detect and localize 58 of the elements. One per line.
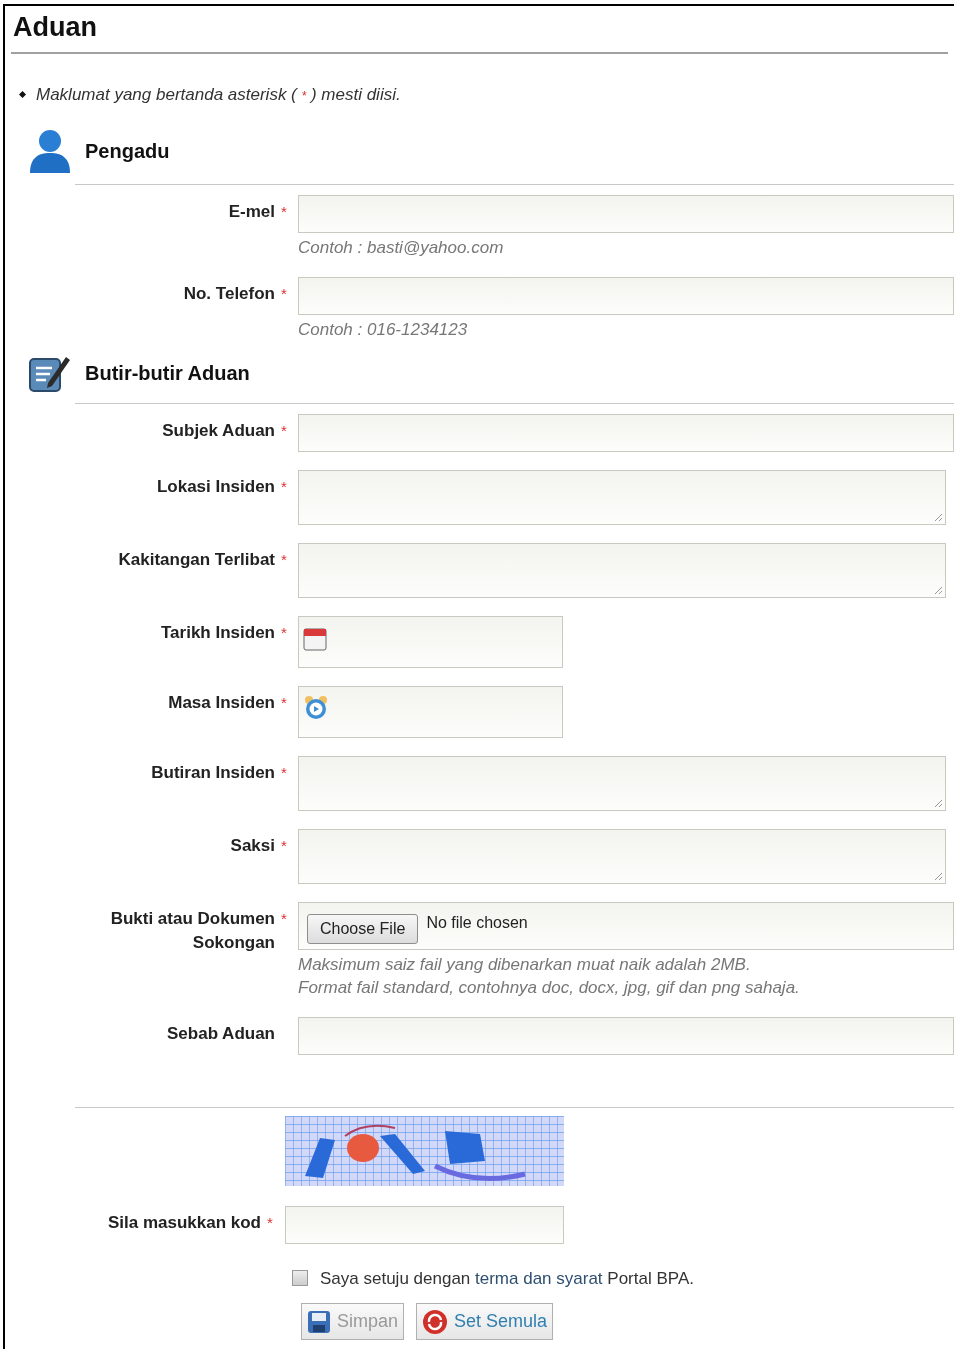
choose-file-button[interactable]: Choose File [307,913,419,944]
resize-grip-icon[interactable] [933,797,943,808]
required-asterisk: * [281,284,287,302]
text-area[interactable] [298,755,946,811]
required-note: Maklumat yang bertanda asterisk ( * ) mesti diisi. [36,84,401,106]
field-label: No. Telefon [183,282,275,305]
field-label: E-mel [228,200,275,223]
text-field[interactable] [298,1016,954,1055]
field-label: Saksi [230,834,275,857]
required-asterisk: * [281,550,287,568]
required-asterisk: * [281,763,287,781]
field-label: Sila masukkan kod [107,1211,261,1234]
bullet-icon [19,91,26,99]
field-label: Butiran Insiden [151,761,275,784]
file-status: No file chosen [426,912,528,933]
field-label: Kakitangan Terlibat [118,548,275,571]
required-asterisk: * [281,477,287,495]
field-hint: Format fail standard, contohnya doc, docx, jpg, gif dan png sahaja. [298,976,801,999]
date-field[interactable] [298,615,563,668]
field-label: Tarikh Insiden [161,621,275,644]
section-title: Pengadu [84,138,170,164]
text-area[interactable] [298,469,946,525]
required-asterisk: * [281,836,287,854]
resize-grip-icon[interactable] [933,870,943,881]
code-field[interactable] [285,1205,564,1244]
text-area[interactable] [298,828,946,884]
field-hint: Contoh : basti@yahoo.com [298,236,505,259]
field-hint: Contoh : 016-1234123 [298,318,469,341]
page-title: Aduan [12,11,98,44]
text-area[interactable] [298,542,946,598]
time-field[interactable] [298,685,563,738]
required-asterisk: * [281,909,287,927]
calendar-icon [303,626,327,651]
file-field[interactable]: Choose File No file chosen [298,901,954,950]
resize-grip-icon[interactable] [933,584,943,595]
required-asterisk: * [281,202,287,220]
reset-button[interactable]: Set Semula [416,1303,554,1340]
field-label: Masa Insiden [168,691,275,714]
person-icon [28,127,72,174]
field-label: Lokasi Insiden [156,475,275,498]
text-field[interactable] [298,276,954,315]
terms-link[interactable]: terma dan syarat [475,1268,603,1288]
required-asterisk: * [281,421,287,439]
required-asterisk: * [281,623,287,641]
section-title: Butir-butir Aduan [84,360,250,386]
field-label: Subjek Aduan [162,419,275,442]
agreement-text: Saya setuju dengan terma dan syarat Portal BPA. [320,1267,694,1290]
field-hint: Maksimum saiz fail yang dibenarkan muat naik adalah 2MB. [298,953,752,976]
text-field[interactable] [298,413,954,452]
required-asterisk: * [267,1213,273,1231]
alarm-clock-icon [303,694,329,721]
text-field[interactable] [298,194,954,233]
required-asterisk: * [281,693,287,711]
resize-grip-icon[interactable] [933,511,943,522]
agree-checkbox[interactable] [292,1270,308,1287]
field-label: Bukti atau Dokumen Sokongan [109,907,275,954]
field-label: Sebab Aduan [167,1022,275,1045]
reset-icon [422,1308,449,1335]
